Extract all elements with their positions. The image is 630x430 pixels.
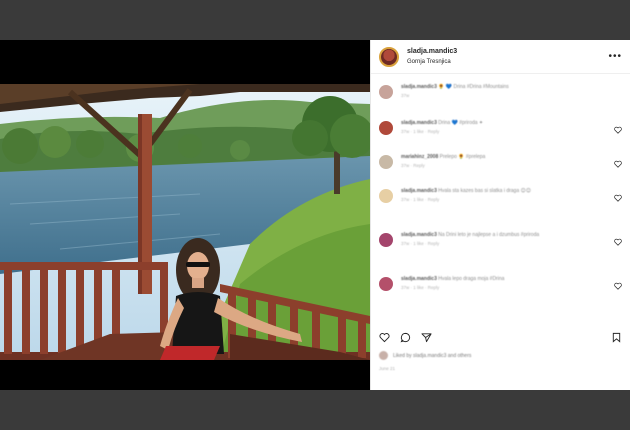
comment-text: Hvala lepo draga moja #Drina xyxy=(438,276,505,282)
comment-meta: 37w · 1 like · Reply xyxy=(401,285,440,290)
like-heart-icon[interactable] xyxy=(379,332,390,343)
post-date: June 21 xyxy=(379,366,396,371)
comments-list: sladja.mandic3 🌻 💙 Drina #Drina #Mountai… xyxy=(371,78,630,316)
comment-user[interactable]: mariahinz_2008 xyxy=(401,154,438,160)
comment-user[interactable]: sladja.mandic3 xyxy=(401,276,437,282)
comment-user[interactable]: sladja.mandic3 xyxy=(401,232,437,238)
post-photo xyxy=(0,84,370,360)
likes-summary[interactable]: Liked by sladja.mandic3 and others xyxy=(379,351,622,360)
post-media[interactable] xyxy=(0,40,370,390)
comment-meta: 37w · 1 like · Reply xyxy=(401,241,440,246)
comment-text: Drina 💙 #priroda ✦ xyxy=(438,120,484,126)
comment-item: sladja.mandic3 Na Drini leto je najlepse… xyxy=(379,232,622,248)
comment-user[interactable]: sladja.mandic3 xyxy=(401,120,437,126)
comment-avatar[interactable] xyxy=(379,277,393,291)
post-actions xyxy=(379,330,622,344)
comment-meta: 37w · 1 like · Reply xyxy=(401,197,440,202)
comment-body: sladja.mandic3 🌻 💙 Drina #Drina #Mountai… xyxy=(401,84,622,100)
comment-item: sladja.mandic3 Hvala lepo draga moja #Dr… xyxy=(379,276,622,292)
comment-item: sladja.mandic3 🌻 💙 Drina #Drina #Mountai… xyxy=(379,84,622,100)
comment-avatar[interactable] xyxy=(379,121,393,135)
comment-avatar[interactable] xyxy=(379,233,393,247)
comment-body: sladja.mandic3 Drina 💙 #priroda ✦ 37w · … xyxy=(401,120,622,136)
bookmark-save-icon[interactable] xyxy=(611,332,622,343)
share-send-icon[interactable] xyxy=(421,332,432,343)
comment-body: sladja.mandic3 Hvala lepo draga moja #Dr… xyxy=(401,276,622,292)
comment-text: 🌻 💙 Drina #Drina #Mountains xyxy=(438,84,509,90)
post-sidebar: sladja.mandic3 Gornja Tresnjica ••• slad… xyxy=(370,40,630,390)
comment-meta: 37w · Reply xyxy=(401,163,425,168)
comment-text: Na Drini leto je najlepse a i dzumbus #p… xyxy=(438,232,540,238)
author-username[interactable]: sladja.mandic3 xyxy=(407,46,608,57)
comment-body: sladja.mandic3 Hvala sta kazes bas si sl… xyxy=(401,188,622,204)
more-options-icon[interactable]: ••• xyxy=(608,51,622,62)
comment-item: mariahinz_2008 Prelepo 🌻 #prelepa 37w · … xyxy=(379,154,622,170)
post-header: sladja.mandic3 Gornja Tresnjica ••• xyxy=(371,40,630,74)
comment-avatar[interactable] xyxy=(379,85,393,99)
like-heart-icon[interactable] xyxy=(614,126,622,134)
comment-avatar[interactable] xyxy=(379,189,393,203)
comment-text: Prelepo 🌻 #prelepa xyxy=(439,154,486,160)
post-viewer: sladja.mandic3 Gornja Tresnjica ••• slad… xyxy=(0,40,630,390)
comment-item: sladja.mandic3 Drina 💙 #priroda ✦ 37w · … xyxy=(379,120,622,136)
comment-bubble-icon[interactable] xyxy=(400,332,411,343)
like-heart-icon[interactable] xyxy=(614,194,622,202)
comment-item: sladja.mandic3 Hvala sta kazes bas si sl… xyxy=(379,188,622,204)
comment-meta: 37w · 1 like · Reply xyxy=(401,129,440,134)
comment-user[interactable]: sladja.mandic3 xyxy=(401,188,437,194)
likes-text: Liked by sladja.mandic3 and others xyxy=(393,352,472,359)
like-heart-icon[interactable] xyxy=(614,238,622,246)
like-heart-icon[interactable] xyxy=(614,282,622,290)
comment-meta: 37w xyxy=(401,93,410,98)
author-info: sladja.mandic3 Gornja Tresnjica xyxy=(407,46,608,68)
comment-body: mariahinz_2008 Prelepo 🌻 #prelepa 37w · … xyxy=(401,154,622,170)
comment-user[interactable]: sladja.mandic3 xyxy=(401,84,437,90)
like-heart-icon[interactable] xyxy=(614,160,622,168)
comment-text: Hvala sta kazes bas si slatka i draga 😊😊 xyxy=(438,188,531,194)
liker-avatar xyxy=(379,351,388,360)
comment-avatar[interactable] xyxy=(379,155,393,169)
author-avatar[interactable] xyxy=(379,46,399,67)
comment-body: sladja.mandic3 Na Drini leto je najlepse… xyxy=(401,232,622,248)
post-location[interactable]: Gornja Tresnjica xyxy=(407,57,608,68)
